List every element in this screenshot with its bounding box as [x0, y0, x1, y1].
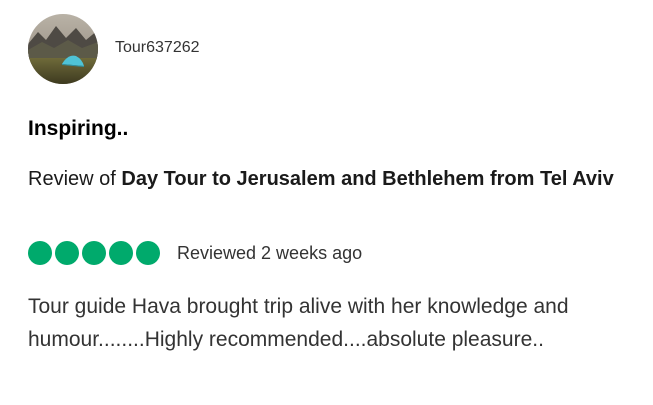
product-link[interactable]: Day Tour to Jerusalem and Bethlehem from…	[121, 168, 613, 190]
avatar[interactable]	[28, 14, 98, 84]
rating-row: Reviewed 2 weeks ago	[28, 240, 362, 266]
reviewed-date: Reviewed 2 weeks ago	[177, 242, 363, 263]
review-body: Tour guide Hava brought trip alive with …	[28, 295, 569, 351]
rating-bubble-icon	[82, 241, 106, 265]
review-of-prefix: Review of	[28, 168, 122, 190]
review-title[interactable]: Inspiring..	[28, 117, 128, 141]
username-link[interactable]: Tour637262	[115, 39, 200, 57]
rating-bubble-icon	[109, 241, 133, 265]
rating-bubble-icon	[28, 241, 52, 265]
review-of-line: Review of Day Tour to Jerusalem and Beth…	[28, 165, 638, 193]
rating-bubble-icon	[55, 241, 79, 265]
author-row: Tour637262	[28, 13, 200, 85]
rating-bubble-icon	[136, 241, 160, 265]
review-card: Tour637262 Inspiring.. Review of Day Tou…	[0, 0, 653, 405]
rating-bubbles	[28, 241, 163, 265]
